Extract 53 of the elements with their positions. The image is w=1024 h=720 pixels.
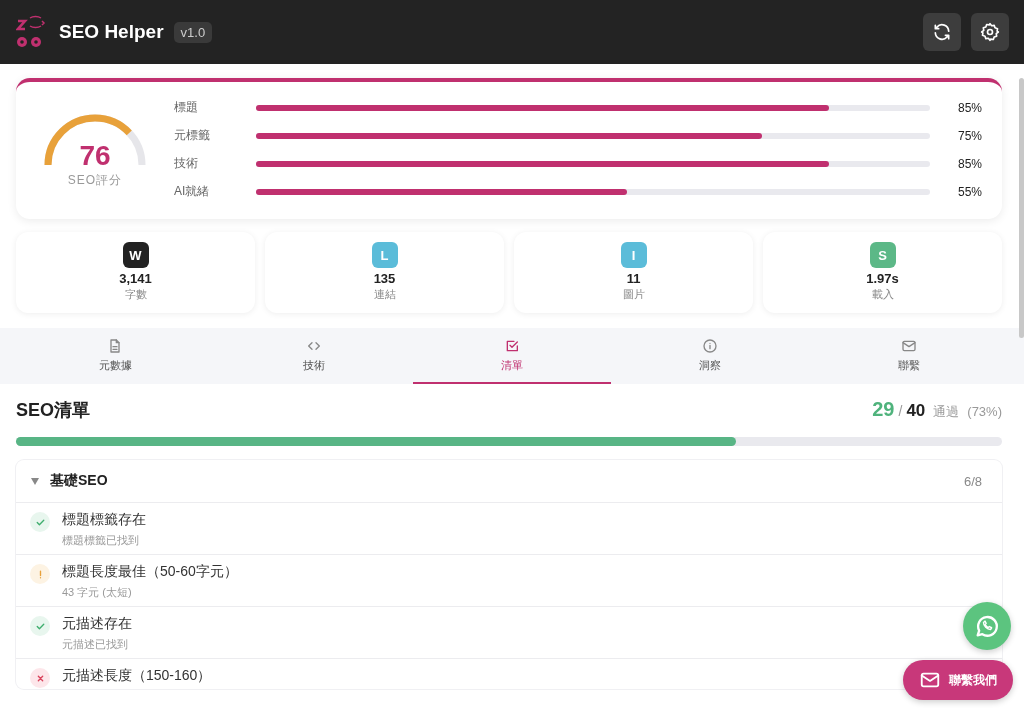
- stat-value: 1.97s: [866, 271, 899, 286]
- stat-label: 圖片: [622, 287, 645, 302]
- info-icon: [702, 337, 719, 354]
- check-title: 元描述長度（150-160）: [62, 667, 212, 685]
- logo-icon: [16, 15, 46, 49]
- check-title: 標題標籤存在: [62, 511, 146, 529]
- section-header[interactable]: 基礎SEO 6/8: [16, 460, 1002, 503]
- letter-badge: I: [620, 242, 647, 268]
- check-detail: 元描述已找到: [62, 637, 129, 652]
- bar-reading: 85%: [956, 100, 982, 115]
- passed-count: 29: [872, 398, 895, 421]
- bar-label: 元標籤: [174, 127, 211, 144]
- scrollbar[interactable]: [1019, 78, 1024, 338]
- separator: /: [898, 403, 903, 419]
- stat-value: 11: [626, 271, 641, 286]
- passed-label: 通過: [933, 403, 960, 421]
- letter-badge: L: [371, 242, 398, 268]
- version-badge: v1.0: [173, 21, 213, 43]
- tab[interactable]: 元數據: [16, 328, 215, 384]
- settings-button[interactable]: [971, 13, 1009, 51]
- stat-label: 連結: [373, 287, 396, 302]
- group-count: 6/8: [963, 473, 982, 489]
- tab[interactable]: 洞察: [611, 328, 810, 384]
- bar-label: 技術: [174, 155, 199, 172]
- stat-value: 135: [373, 271, 396, 286]
- check-title: 元描述存在: [62, 615, 132, 633]
- tab[interactable]: 技術: [214, 328, 413, 384]
- check-title: 標題長度最佳（50-60字元）: [62, 563, 238, 581]
- contact-button[interactable]: 聯繫我們: [903, 660, 1013, 700]
- letter-badge: W: [122, 242, 149, 268]
- bar-reading: 55%: [956, 184, 982, 199]
- total-count: 40: [906, 401, 926, 421]
- tab[interactable]: 清單: [412, 328, 612, 384]
- score-value: 76: [79, 140, 111, 172]
- refresh-icon: [932, 22, 952, 42]
- check-detail: 43 字元 (太短): [62, 585, 133, 600]
- score-label: SEO評分: [67, 172, 123, 189]
- tab[interactable]: 聯繫: [809, 328, 1009, 384]
- app-title: SEO Helper: [59, 21, 164, 43]
- letter-badge: S: [869, 242, 896, 268]
- bar-reading: 85%: [956, 156, 982, 171]
- bar-label: 標題: [174, 99, 199, 116]
- bar-reading: 75%: [956, 128, 982, 143]
- refresh-button[interactable]: [923, 13, 961, 51]
- percent-text: (73%): [967, 404, 1002, 419]
- section-title: SEO清單: [16, 399, 90, 422]
- bar-label: AI就緒: [174, 183, 211, 200]
- check-detail: 標題標籤已找到: [62, 533, 140, 548]
- stat-value: 3,141: [119, 271, 152, 286]
- stat-label: 字數: [124, 287, 147, 302]
- settings-icon: [980, 22, 1000, 42]
- stat-label: 載入: [871, 287, 894, 302]
- group-title: 基礎SEO: [50, 472, 109, 490]
